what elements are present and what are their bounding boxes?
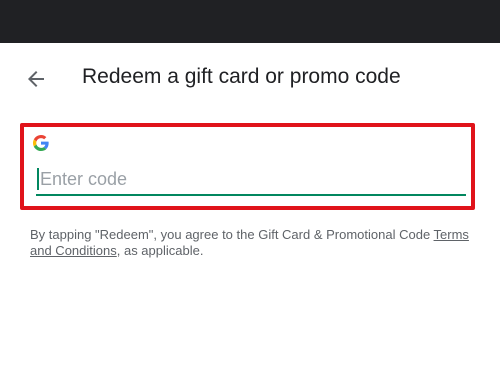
code-input-wrapper [36, 165, 466, 196]
input-underline [36, 194, 466, 196]
google-g-icon [33, 135, 49, 151]
status-bar [0, 0, 500, 43]
page-title: Redeem a gift card or promo code [82, 65, 401, 88]
code-input[interactable] [36, 165, 466, 194]
back-button[interactable] [20, 63, 52, 95]
disclaimer-prefix: By tapping "Redeem", you agree to the Gi… [30, 227, 434, 242]
disclaimer-suffix: , as applicable. [116, 243, 204, 258]
text-cursor [37, 168, 39, 190]
code-entry-card [20, 123, 475, 210]
terms-disclaimer: By tapping "Redeem", you agree to the Gi… [30, 227, 480, 259]
app-bar: Redeem a gift card or promo code [0, 43, 500, 113]
arrow-back-icon [28, 71, 44, 87]
